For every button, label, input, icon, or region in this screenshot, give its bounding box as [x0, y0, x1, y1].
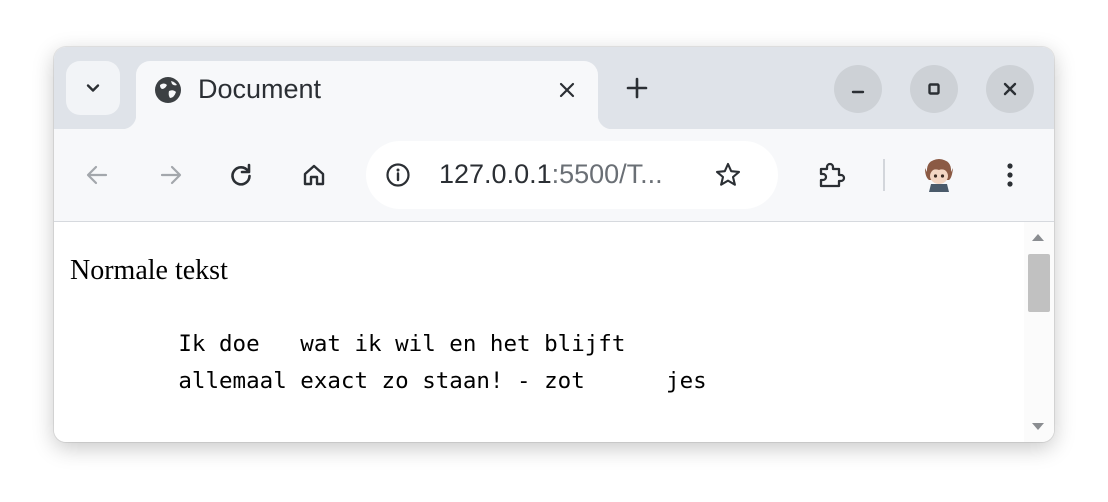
star-icon	[715, 162, 741, 186]
reload-icon	[231, 163, 251, 186]
chevron-down-icon	[86, 84, 100, 92]
tab-document[interactable]: Document	[122, 61, 612, 129]
tab-search-button[interactable]	[66, 61, 120, 115]
forward-arrow-icon	[160, 165, 182, 185]
profile-avatar-icon	[925, 159, 953, 192]
scroll-up-arrow-icon[interactable]	[1032, 234, 1044, 241]
scroll-down-arrow-icon[interactable]	[1032, 423, 1044, 430]
normal-text-paragraph: Normale tekst	[70, 255, 228, 286]
maximize-button[interactable]	[910, 65, 958, 113]
url-text[interactable]: 127.0.0.1:5500/T...	[439, 159, 663, 190]
more-menu-icon	[1007, 163, 1013, 187]
globe-icon	[155, 77, 181, 103]
forward-button[interactable]	[149, 153, 193, 197]
toolbar-separator	[883, 159, 885, 191]
close-icon	[1003, 82, 1017, 96]
plus-icon	[626, 77, 648, 99]
home-button[interactable]	[292, 153, 336, 197]
url-host: 127.0.0.1	[439, 159, 552, 189]
extensions-button[interactable]	[809, 153, 853, 197]
info-icon	[386, 163, 410, 187]
url-path: :5500/T...	[551, 159, 663, 189]
browser-toolbar: 127.0.0.1:5500/T...	[54, 129, 1054, 222]
new-tab-button[interactable]	[616, 67, 658, 109]
profile-avatar[interactable]	[916, 151, 962, 197]
browser-window: Document 127.0.0.1:5500/T... Normale tek…	[54, 47, 1054, 442]
address-bar[interactable]: 127.0.0.1:5500/T...	[366, 141, 778, 209]
close-icon	[559, 82, 575, 98]
minimize-icon	[851, 90, 865, 94]
tab-close-button[interactable]	[548, 71, 586, 109]
preformatted-text: Ik doe wat ik wil en het blijft allemaal…	[178, 331, 707, 394]
extensions-icon	[819, 162, 846, 188]
reload-button[interactable]	[219, 153, 263, 197]
page-viewport: Normale tekst Ik doe wat ik wil en het b…	[54, 222, 1024, 442]
back-button[interactable]	[75, 153, 119, 197]
close-window-button[interactable]	[986, 65, 1034, 113]
home-icon	[303, 164, 325, 186]
site-info-button[interactable]	[382, 159, 414, 191]
bookmark-button[interactable]	[710, 157, 746, 193]
maximize-icon	[928, 83, 940, 95]
vertical-scrollbar[interactable]	[1024, 222, 1054, 442]
minimize-button[interactable]	[834, 65, 882, 113]
scrollbar-thumb[interactable]	[1028, 254, 1050, 312]
more-menu-button[interactable]	[988, 153, 1032, 197]
tab-strip: Document	[54, 47, 1054, 129]
back-arrow-icon	[86, 165, 108, 185]
tab-title: Document	[198, 74, 322, 104]
